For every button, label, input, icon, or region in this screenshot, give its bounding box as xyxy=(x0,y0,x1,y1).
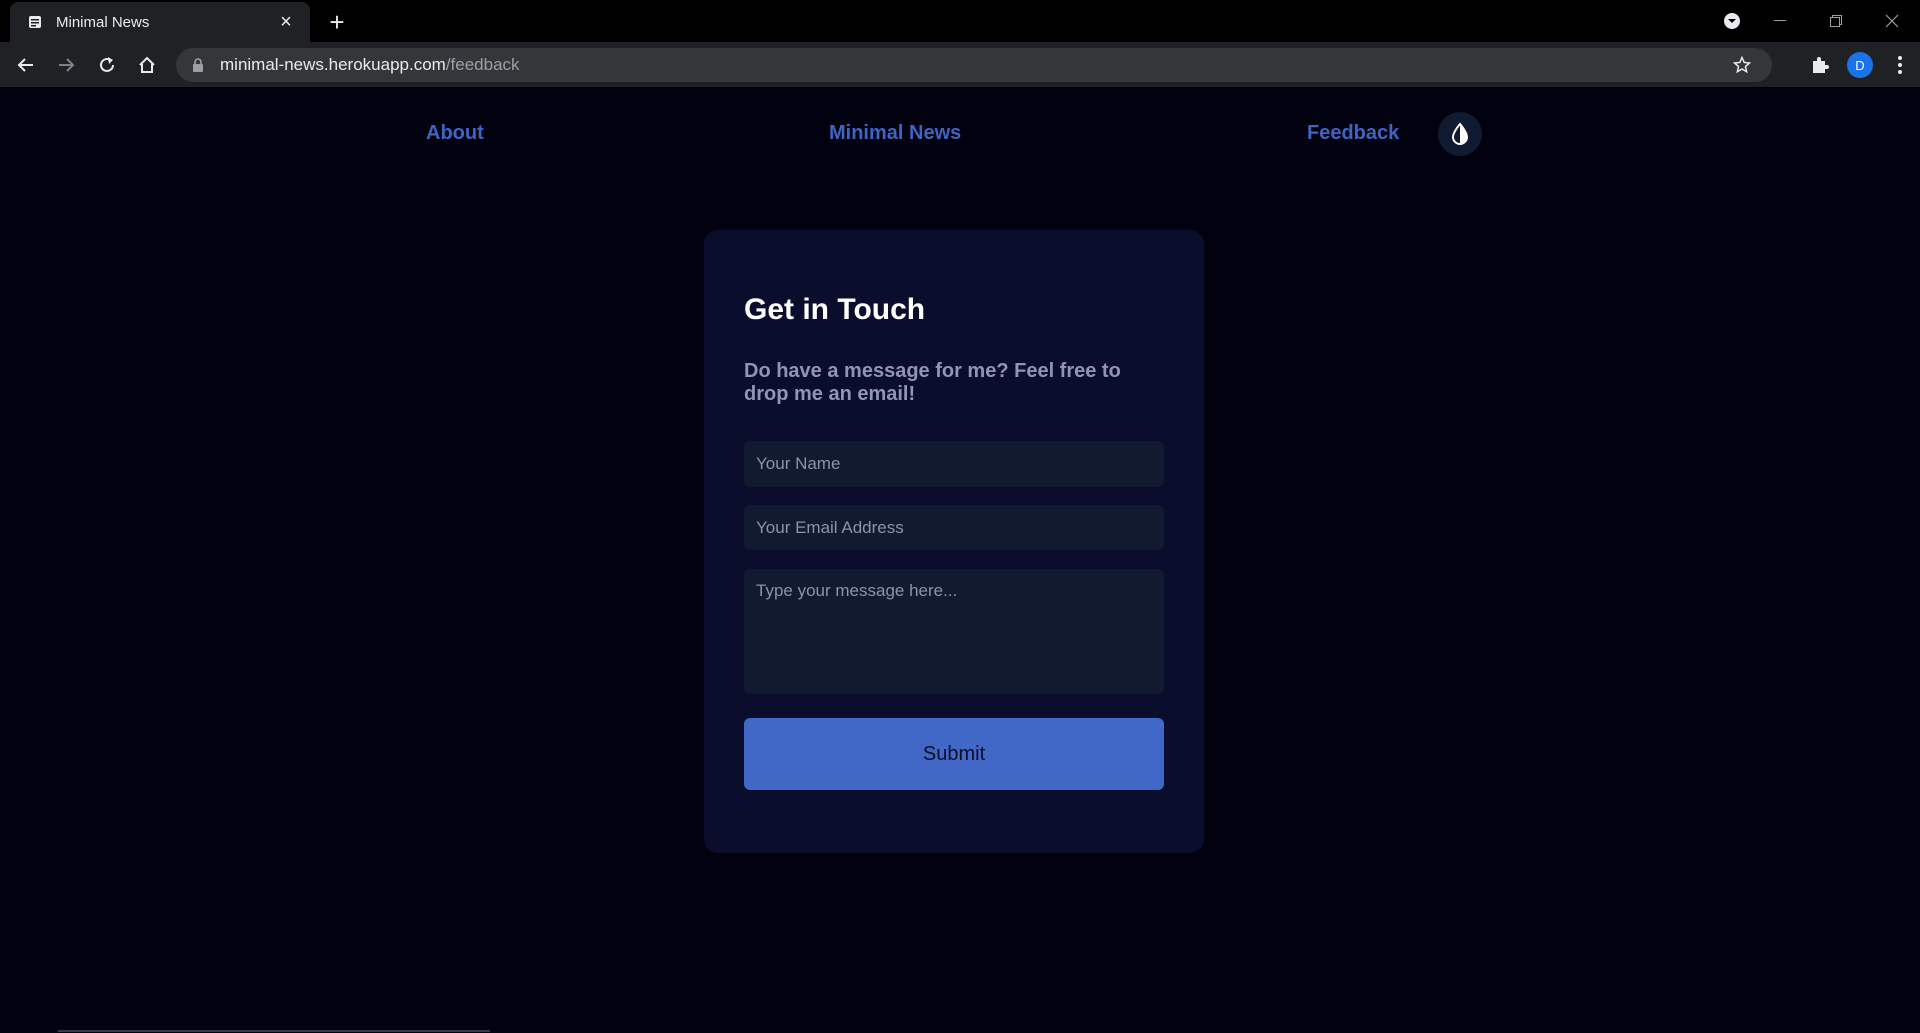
forward-icon[interactable] xyxy=(46,45,86,85)
profile-avatar[interactable]: D xyxy=(1840,45,1880,85)
extensions-puzzle-icon[interactable] xyxy=(1800,45,1840,85)
tab-search-icon[interactable] xyxy=(1712,0,1752,42)
lock-icon xyxy=(190,57,206,73)
contrast-drop-icon xyxy=(1449,122,1471,146)
url-host: minimal-news.herokuapp.com xyxy=(220,55,446,74)
nav-feedback-link[interactable]: Feedback xyxy=(1307,122,1399,145)
avatar: D xyxy=(1847,52,1873,78)
page-content: About Minimal News Feedback Get in Touch… xyxy=(0,89,1920,1033)
nav-about-link[interactable]: About xyxy=(426,122,484,145)
submit-button[interactable]: Submit xyxy=(744,718,1164,790)
address-bar[interactable]: minimal-news.herokuapp.com/feedback xyxy=(176,48,1772,82)
browser-tab-bar: Minimal News × + xyxy=(0,0,1920,42)
form-subtitle: Do have a message for me? Feel free to d… xyxy=(744,360,1121,405)
new-tab-button[interactable]: + xyxy=(322,7,352,37)
browser-toolbar: minimal-news.herokuapp.com/feedback D xyxy=(0,42,1920,88)
browser-tab[interactable]: Minimal News × xyxy=(10,2,310,42)
close-tab-icon[interactable]: × xyxy=(276,11,296,33)
tab-title: Minimal News xyxy=(56,13,150,31)
browser-menu-icon[interactable] xyxy=(1880,45,1920,85)
name-input[interactable] xyxy=(744,441,1164,487)
contact-card: Get in Touch Do have a message for me? F… xyxy=(704,230,1204,853)
email-input[interactable] xyxy=(744,505,1164,550)
page-favicon-icon xyxy=(28,15,42,29)
bookmark-star-icon[interactable] xyxy=(1730,53,1754,77)
back-icon[interactable] xyxy=(6,45,46,85)
form-title: Get in Touch xyxy=(744,293,926,326)
nav-brand-link[interactable]: Minimal News xyxy=(829,122,961,145)
message-textarea[interactable] xyxy=(744,569,1164,694)
horizontal-scrollbar[interactable] xyxy=(58,1030,490,1032)
minimize-icon[interactable] xyxy=(1752,0,1808,42)
close-window-icon[interactable] xyxy=(1864,0,1920,42)
reload-icon[interactable] xyxy=(87,45,127,85)
url-path: /feedback xyxy=(445,55,520,74)
restore-icon[interactable] xyxy=(1808,0,1864,42)
theme-toggle-button[interactable] xyxy=(1438,112,1482,156)
home-icon[interactable] xyxy=(127,45,167,85)
